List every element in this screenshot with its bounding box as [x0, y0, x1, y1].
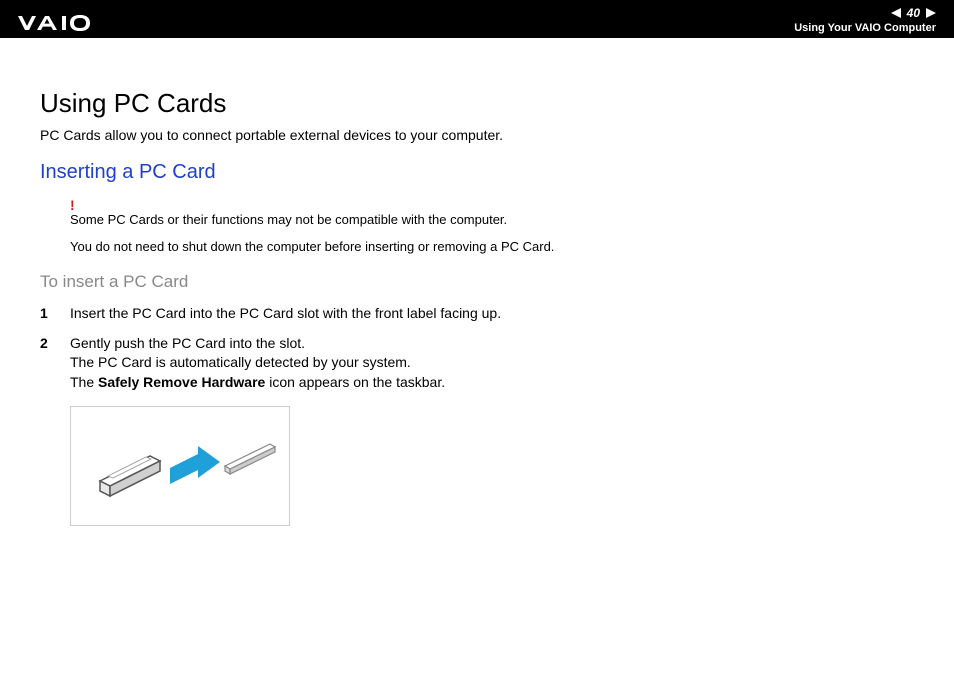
section-heading: Inserting a PC Card	[40, 161, 914, 184]
pc-card-insert-figure	[70, 406, 290, 526]
page-title: Using PC Cards	[40, 88, 914, 119]
pc-card-icon	[100, 456, 160, 496]
step-line-bold: Safely Remove Hardware	[98, 374, 265, 390]
intro-text: PC Cards allow you to connect portable e…	[40, 127, 914, 143]
header-nav: 40 Using Your VAIO Computer	[794, 6, 936, 34]
step-line: Gently push the PC Card into the slot.	[70, 335, 305, 351]
warning-icon: !	[70, 198, 914, 212]
note-text-1: Some PC Cards or their functions may not…	[70, 212, 914, 227]
step-number: 1	[40, 304, 70, 324]
step-line: The PC Card is automatically detected by…	[70, 354, 411, 370]
page-nav: 40	[891, 6, 936, 20]
page-content: Using PC Cards PC Cards allow you to con…	[0, 38, 954, 546]
breadcrumb: Using Your VAIO Computer	[794, 22, 936, 34]
step-2: 2 Gently push the PC Card into the slot.…	[40, 334, 914, 393]
step-line-part: The	[70, 374, 98, 390]
note-text-2: You do not need to shut down the compute…	[70, 239, 914, 254]
header-bar: 40 Using Your VAIO Computer	[0, 0, 954, 38]
figure-container	[70, 406, 914, 526]
page-number: 40	[905, 6, 922, 20]
slot-icon	[225, 444, 275, 474]
step-text: Insert the PC Card into the PC Card slot…	[70, 304, 914, 324]
step-line-part: icon appears on the taskbar.	[265, 374, 445, 390]
step-text: Gently push the PC Card into the slot. T…	[70, 334, 914, 393]
step-1: 1 Insert the PC Card into the PC Card sl…	[40, 304, 914, 324]
prev-page-arrow-icon[interactable]	[891, 8, 901, 18]
note-block: ! Some PC Cards or their functions may n…	[40, 198, 914, 254]
vaio-logo	[18, 14, 104, 34]
step-number: 2	[40, 334, 70, 393]
next-page-arrow-icon[interactable]	[926, 8, 936, 18]
arrow-icon	[170, 446, 220, 484]
procedure-title: To insert a PC Card	[40, 272, 914, 292]
